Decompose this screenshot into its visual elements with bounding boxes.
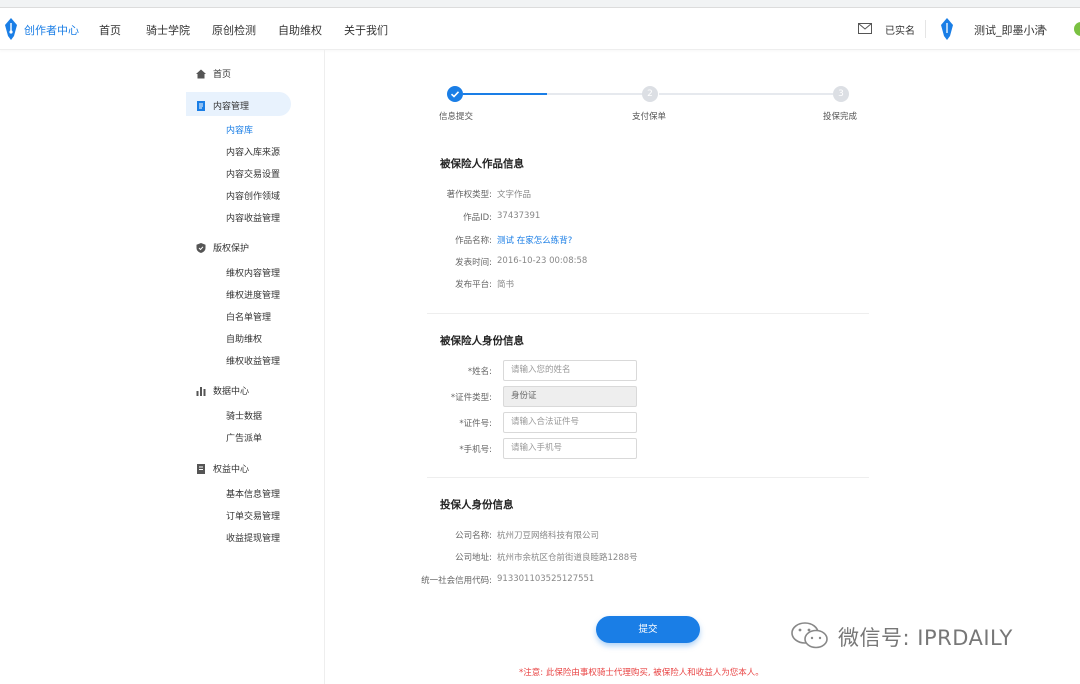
work-id-label: 作品ID: [463, 213, 492, 223]
nav-about-us[interactable]: 关于我们 [344, 22, 388, 38]
nav-self-help-rights[interactable]: 自助维权 [278, 22, 322, 38]
mail-icon[interactable] [858, 23, 872, 34]
sidebar-group-label: 数据中心 [213, 387, 250, 397]
work-id-value: 37437391 [497, 211, 541, 221]
submit-button[interactable]: 提交 [596, 616, 700, 643]
identity-title: 被保险人身份信息 [440, 335, 524, 347]
step-3-dot: 3 [833, 86, 849, 102]
section-divider [427, 313, 869, 314]
step-1-label: 信息提交 [439, 112, 474, 122]
home-icon [196, 69, 206, 78]
sidebar-item-content-source[interactable]: 内容入库来源 [226, 145, 280, 158]
sidebar-item-rights-content[interactable]: 维权内容管理 [226, 266, 280, 279]
wechat-icon [791, 622, 828, 649]
id-number-label: *证件号: [459, 419, 492, 429]
work-name-link[interactable]: 测试 在家怎么练背? [497, 234, 572, 246]
step-line-2 [659, 93, 833, 95]
sidebar-item-label: 首页 [213, 70, 232, 80]
document-icon [197, 100, 205, 111]
sidebar-item-home[interactable]: 首页 [196, 67, 231, 80]
username[interactable]: 测试_即墨小清 [974, 22, 1046, 38]
sidebar-group-copyright[interactable]: 版权保护 [196, 241, 249, 254]
insurer-title: 投保人身份信息 [440, 499, 514, 511]
top-navigation: 创作者中心 首页 骑士学院 原创检测 自助维权 关于我们 已实名 测试_即墨小清 [0, 8, 1080, 50]
work-info-title: 被保险人作品信息 [440, 158, 524, 170]
sidebar-item-self-rights[interactable]: 自助维权 [226, 332, 262, 345]
copyright-type-label: 著作权类型: [446, 190, 492, 200]
header-divider [925, 20, 926, 38]
phone-label: *手机号: [459, 445, 492, 455]
sidebar-item-basic-info[interactable]: 基本信息管理 [226, 487, 280, 500]
sidebar-item-content-revenue[interactable]: 内容收益管理 [226, 211, 280, 224]
credit-code-value: 913301103525127551 [497, 574, 595, 584]
avatar[interactable] [1074, 22, 1080, 36]
sidebar-item-withdraw[interactable]: 收益提现管理 [226, 531, 280, 544]
step-2-label: 支付保单 [632, 112, 667, 122]
sidebar-group-data[interactable]: 数据中心 [196, 384, 249, 397]
sidebar-item-content-trade[interactable]: 内容交易设置 [226, 167, 280, 180]
name-input[interactable]: 请输入您的姓名 [503, 360, 637, 381]
sidebar-item-content-domain[interactable]: 内容创作领域 [226, 189, 280, 202]
step-1-check-icon [447, 86, 463, 102]
sidebar-group-label: 权益中心 [213, 465, 250, 475]
name-label: *姓名: [467, 367, 492, 377]
nav-home[interactable]: 首页 [99, 22, 121, 38]
browser-address-strip [0, 0, 1080, 8]
bar-chart-icon [196, 386, 206, 396]
sidebar-item-orders[interactable]: 订单交易管理 [226, 509, 280, 522]
publish-time-label: 发表时间: [455, 258, 492, 268]
copyright-type-value: 文字作品 [497, 190, 532, 200]
sidebar-group-label: 版权保护 [213, 244, 250, 254]
sidebar-group-rights-center[interactable]: 权益中心 [196, 462, 249, 475]
notice-text: *注意: 此保险由事权骑士代理购买, 被保险人和收益人为您本人。 [519, 668, 764, 678]
sidebar-item-knight-data[interactable]: 骑士数据 [226, 409, 262, 422]
credit-code-label: 统一社会信用代码: [421, 576, 492, 586]
brand-title[interactable]: 创作者中心 [24, 22, 79, 38]
watermark: 微信号: IPRDAILY [838, 626, 1013, 650]
company-name-value: 杭州刀豆网络科技有限公司 [497, 531, 600, 541]
shield-icon [196, 242, 206, 253]
step-2-dot: 2 [642, 86, 658, 102]
section-divider [427, 477, 869, 478]
user-avatar-icon[interactable] [940, 18, 954, 40]
pen-nib-logo-icon [5, 18, 17, 40]
id-type-label: *证件类型: [450, 393, 492, 403]
step-3-label: 投保完成 [823, 112, 858, 122]
company-address-value: 杭州市余杭区仓前街道良睦路1288号 [497, 553, 638, 563]
card-icon [197, 463, 205, 474]
sidebar: 首页 内容管理 内容库 内容入库来源 内容交易设置 内容创作领域 内容收益管理 … [186, 50, 325, 684]
sidebar-item-ad-dispatch[interactable]: 广告派单 [226, 431, 262, 444]
id-number-input[interactable]: 请输入合法证件号 [503, 412, 637, 433]
nav-academy[interactable]: 骑士学院 [146, 22, 190, 38]
platform-value: 简书 [497, 280, 515, 290]
sidebar-item-rights-revenue[interactable]: 维权收益管理 [226, 354, 280, 367]
platform-label: 发布平台: [455, 280, 492, 290]
sidebar-item-whitelist[interactable]: 白名单管理 [226, 310, 271, 323]
company-address-label: 公司地址: [455, 553, 492, 563]
publish-time-value: 2016-10-23 00:08:58 [497, 256, 588, 266]
sidebar-group-content[interactable]: 内容管理 [196, 99, 249, 112]
step-line-progress [463, 93, 547, 95]
sidebar-item-rights-progress[interactable]: 维权进度管理 [226, 288, 280, 301]
id-type-select[interactable]: 身份证 [503, 386, 637, 407]
chevron-up-icon[interactable] [1039, 25, 1047, 31]
verified-status: 已实名 [885, 26, 915, 37]
company-name-label: 公司名称: [455, 531, 492, 541]
sidebar-item-content-library[interactable]: 内容库 [226, 123, 253, 136]
sidebar-group-label: 内容管理 [213, 102, 250, 112]
work-name-label: 作品名称: [455, 236, 492, 246]
phone-input[interactable]: 请输入手机号 [503, 438, 637, 459]
nav-originality-check[interactable]: 原创检测 [212, 22, 256, 38]
progress-steps: 2 3 信息提交 支付保单 投保完成 [425, 84, 865, 124]
